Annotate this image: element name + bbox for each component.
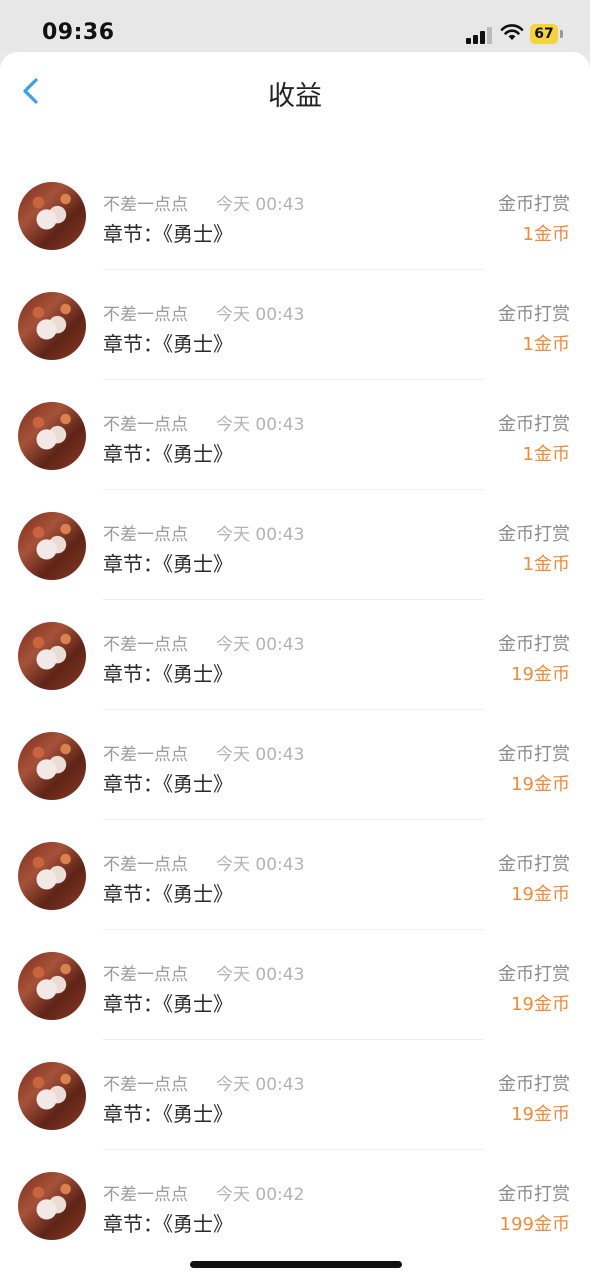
list-item[interactable]: 不差一点点 今天 00:43 章节：《勇士》 金币打赏 19金币 [0,820,590,930]
reward-type: 金币打赏 [498,524,570,545]
avatar [18,182,86,250]
reward-type: 金币打赏 [498,1074,570,1095]
list-item[interactable]: 不差一点点 今天 00:43 章节：《勇士》 金币打赏 1金币 [0,490,590,600]
avatar [18,622,86,690]
list-item[interactable]: 不差一点点 今天 00:42 章节：《勇士》 金币打赏 199金币 [0,1150,590,1260]
reward-amount: 19金币 [511,664,570,685]
avatar [18,292,86,360]
home-indicator [190,1261,402,1268]
avatar [18,842,86,910]
user-name: 不差一点点 [103,635,188,655]
avatar [18,512,86,580]
list-item[interactable]: 不差一点点 今天 00:43 章节：《勇士》 金币打赏 19金币 [0,710,590,820]
user-name: 不差一点点 [103,305,188,325]
chapter-label: 章节：《勇士》 [103,882,233,906]
list-item[interactable]: 不差一点点 今天 00:43 章节：《勇士》 金币打赏 1金币 [0,380,590,490]
avatar [18,1172,86,1240]
user-name: 不差一点点 [103,745,188,765]
user-name: 不差一点点 [103,525,188,545]
item-time: 今天 00:43 [216,1075,305,1095]
chapter-label: 章节：《勇士》 [103,442,233,466]
battery-indicator: 67 [530,24,558,44]
reward-type: 金币打赏 [498,304,570,325]
list-item[interactable]: 不差一点点 今天 00:43 章节：《勇士》 金币打赏 1金币 [0,270,590,380]
chapter-label: 章节：《勇士》 [103,552,233,576]
wifi-icon [500,24,524,40]
status-time: 09:36 [42,20,115,45]
item-time: 今天 00:43 [216,525,305,545]
nav-bar: 收益 [0,52,590,128]
reward-type: 金币打赏 [498,634,570,655]
reward-amount: 1金币 [522,334,570,355]
user-name: 不差一点点 [103,1075,188,1095]
reward-amount: 1金币 [522,554,570,575]
reward-type: 金币打赏 [498,964,570,985]
chapter-label: 章节：《勇士》 [103,992,233,1016]
item-time: 今天 00:43 [216,195,305,215]
reward-amount: 19金币 [511,774,570,795]
chapter-label: 章节：《勇士》 [103,1102,233,1126]
reward-type: 金币打赏 [498,1184,570,1205]
item-time: 今天 00:43 [216,855,305,875]
chapter-label: 章节：《勇士》 [103,1212,233,1236]
item-time: 今天 00:43 [216,305,305,325]
reward-type: 金币打赏 [498,854,570,875]
item-time: 今天 00:43 [216,745,305,765]
chapter-label: 章节：《勇士》 [103,222,233,246]
item-time: 今天 00:43 [216,965,305,985]
user-name: 不差一点点 [103,965,188,985]
reward-type: 金币打赏 [498,414,570,435]
avatar [18,402,86,470]
reward-type: 金币打赏 [498,744,570,765]
reward-amount: 19金币 [511,994,570,1015]
reward-amount: 19金币 [511,884,570,905]
earnings-list: 不差一点点 今天 00:43 章节：《勇士》 金币打赏 1金币 不差一点点 今天… [0,100,590,1280]
battery-tip [560,30,563,38]
list-item[interactable]: 不差一点点 今天 00:43 章节：《勇士》 金币打赏 19金币 [0,930,590,1040]
list-item[interactable]: 不差一点点 今天 00:43 章节：《勇士》 金币打赏 19金币 [0,1040,590,1150]
cellular-signal-icon [466,26,492,44]
list-item[interactable]: 不差一点点 今天 00:43 章节：《勇士》 金币打赏 19金币 [0,600,590,710]
status-bar: 09:36 67 [0,0,590,52]
item-time: 今天 00:43 [216,415,305,435]
reward-amount: 1金币 [522,444,570,465]
item-time: 今天 00:43 [216,635,305,655]
avatar [18,952,86,1020]
reward-amount: 1金币 [522,224,570,245]
chapter-label: 章节：《勇士》 [103,332,233,356]
list-item[interactable]: 不差一点点 今天 00:43 章节：《勇士》 金币打赏 1金币 [0,160,590,270]
chapter-label: 章节：《勇士》 [103,662,233,686]
page-title: 收益 [268,81,322,112]
avatar [18,1062,86,1130]
user-name: 不差一点点 [103,195,188,215]
user-name: 不差一点点 [103,855,188,875]
avatar [18,732,86,800]
reward-amount: 19金币 [511,1104,570,1125]
user-name: 不差一点点 [103,1185,188,1205]
chapter-label: 章节：《勇士》 [103,772,233,796]
reward-amount: 199金币 [499,1214,570,1235]
reward-type: 金币打赏 [498,194,570,215]
user-name: 不差一点点 [103,415,188,435]
item-time: 今天 00:42 [216,1185,305,1205]
